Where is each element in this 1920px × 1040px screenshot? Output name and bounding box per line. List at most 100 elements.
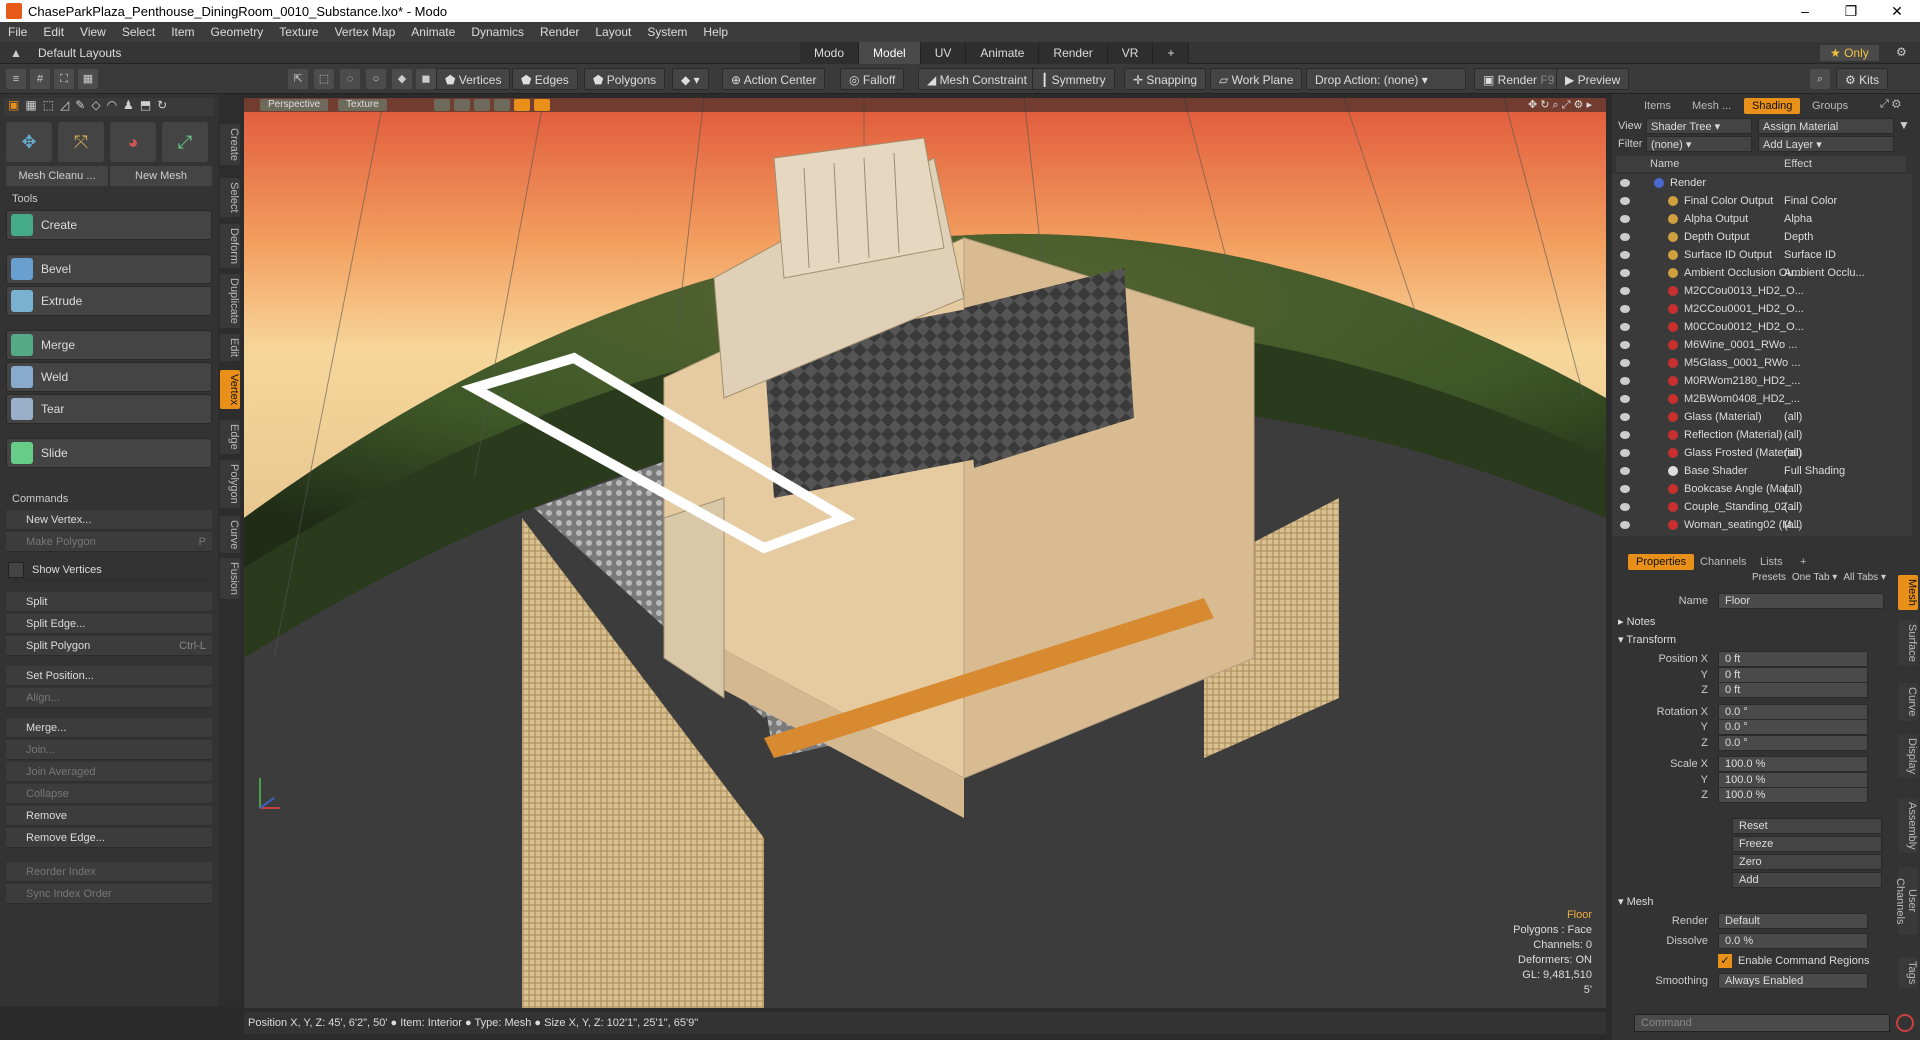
freeze-dropdown[interactable]: Freeze <box>1732 836 1882 852</box>
split-command[interactable]: Split <box>6 592 212 612</box>
shader-tree-row[interactable]: Depth Output Depth <box>1616 228 1906 246</box>
visibility-eye-icon[interactable] <box>1620 395 1630 403</box>
select-arrow-icon[interactable]: ⇱ <box>288 69 308 89</box>
rvtab-mesh[interactable]: Mesh <box>1898 575 1918 610</box>
shader-tree-row[interactable]: Bookcase Angle (Mat... (all) <box>1616 480 1906 498</box>
visibility-eye-icon[interactable] <box>1620 521 1630 529</box>
close-button[interactable]: ✕ <box>1874 3 1920 20</box>
remove-edge-command[interactable]: Remove Edge... <box>6 828 212 848</box>
default-layouts-label[interactable]: Default Layouts <box>38 46 121 60</box>
new-mesh-button[interactable]: New Mesh <box>110 166 212 186</box>
mode-icon-1[interactable]: ▣ <box>8 98 19 116</box>
shader-tree-row[interactable]: M0RWom2180_HD2_... <box>1616 372 1906 390</box>
shader-tree-row[interactable]: Ambient Occlusion Ou... Ambient Occlu... <box>1616 264 1906 282</box>
tab-groups[interactable]: Groups <box>1804 98 1856 114</box>
view-dropdown[interactable]: Shader Tree ▾ <box>1646 118 1752 134</box>
minimize-button[interactable]: – <box>1782 3 1828 19</box>
viewport-option-6-icon[interactable] <box>534 99 550 111</box>
menu-edit[interactable]: Edit <box>35 25 72 39</box>
merge-command[interactable]: Merge... <box>6 718 212 738</box>
menu-dynamics[interactable]: Dynamics <box>463 25 532 39</box>
edges-button[interactable]: ⬟ Edges <box>512 68 578 90</box>
lasso-icon[interactable]: ◌ <box>340 69 360 89</box>
visibility-eye-icon[interactable] <box>1620 485 1630 493</box>
tab-add[interactable]: + <box>1153 42 1190 64</box>
fit-icon[interactable]: ⛶ <box>54 69 74 89</box>
tab-items[interactable]: Items <box>1636 98 1679 114</box>
notes-section[interactable]: ▸ Notes <box>1618 614 1908 630</box>
render-dropdown[interactable]: Default <box>1718 913 1868 929</box>
shader-tree-row[interactable]: Glass (Material) (all) <box>1616 408 1906 426</box>
menu-grid-icon[interactable]: ≡ <box>6 69 26 89</box>
vtab-polygon[interactable]: Polygon <box>220 460 240 508</box>
transform-section[interactable]: ▾ Transform <box>1618 632 1908 648</box>
visibility-eye-icon[interactable] <box>1620 431 1630 439</box>
shader-tree-row[interactable]: Glass Frosted (Material) (all) <box>1616 444 1906 462</box>
vtab-deform[interactable]: Deform <box>220 224 240 269</box>
layer-effect[interactable]: (all) <box>1784 498 1864 516</box>
layer-effect[interactable]: Depth <box>1784 228 1864 246</box>
one-tab-dropdown[interactable]: One Tab ▾ <box>1792 572 1837 583</box>
menu-help[interactable]: Help <box>695 25 736 39</box>
mode-icon-6[interactable]: ◇ <box>91 98 100 116</box>
layer-effect[interactable]: Alpha <box>1784 210 1864 228</box>
vtab-vertex[interactable]: Vertex <box>220 370 240 410</box>
visibility-eye-icon[interactable] <box>1620 467 1630 475</box>
mode-icon-10[interactable]: ↻ <box>157 98 167 116</box>
vertices-button[interactable]: ⬟ Vertices <box>436 68 511 90</box>
visibility-eye-icon[interactable] <box>1620 503 1630 511</box>
layer-effect[interactable]: (all) <box>1784 408 1864 426</box>
vtab-edit[interactable]: Edit <box>220 334 240 361</box>
sync-index-order-command[interactable]: Sync Index Order <box>6 884 212 904</box>
mesh-section[interactable]: ▾ Mesh <box>1618 894 1908 910</box>
shader-tree-row[interactable]: Reflection (Material) (all) <box>1616 426 1906 444</box>
visibility-eye-icon[interactable] <box>1620 179 1630 187</box>
select-box-icon[interactable]: ⬚ <box>314 69 334 89</box>
vtab-edge[interactable]: Edge <box>220 420 240 454</box>
record-icon[interactable] <box>1896 1014 1914 1032</box>
polygons-button[interactable]: ⬟ Polygons <box>584 68 666 90</box>
visibility-eye-icon[interactable] <box>1620 269 1630 277</box>
reset-dropdown[interactable]: Reset <box>1732 818 1882 834</box>
vtab-duplicate[interactable]: Duplicate <box>220 274 240 328</box>
set-position-command[interactable]: Set Position... <box>6 666 212 686</box>
tab-render[interactable]: Render <box>1039 42 1108 64</box>
all-tabs-dropdown[interactable]: All Tabs ▾ <box>1843 572 1886 583</box>
name-field[interactable]: Floor <box>1718 593 1884 609</box>
move-tool-icon[interactable]: ✥ <box>6 122 52 162</box>
only-toggle[interactable]: ★ Only <box>1820 45 1879 61</box>
menu-vertex-map[interactable]: Vertex Map <box>327 25 404 39</box>
rvtab-surface[interactable]: Surface <box>1898 619 1918 666</box>
make-polygon-command[interactable]: Make Polygon P <box>6 532 212 552</box>
add-dropdown[interactable]: Add <box>1732 872 1882 888</box>
layer-effect[interactable]: (all) <box>1784 516 1864 534</box>
shader-tree-row[interactable]: M0CCou0012_HD2_O... <box>1616 318 1906 336</box>
vtab-select[interactable]: Select <box>220 178 240 217</box>
panel-expand-icon[interactable]: ⤢ ⚙ <box>1880 98 1901 111</box>
shader-tree-row[interactable]: Render <box>1616 174 1906 192</box>
show-vertices-checkbox[interactable] <box>8 562 24 578</box>
render-button[interactable]: ▣ Render F9 <box>1474 68 1564 90</box>
collapse-command[interactable]: Collapse <box>6 784 212 804</box>
drop-action-dropdown[interactable]: Drop Action: (none) ▾ <box>1306 68 1466 90</box>
preview-button[interactable]: ▶ Preview <box>1556 68 1630 90</box>
menu-system[interactable]: System <box>639 25 695 39</box>
texture-shading-dropdown[interactable]: Texture <box>338 99 387 111</box>
weld-button[interactable]: Weld <box>6 362 212 392</box>
join-command[interactable]: Join... <box>6 740 212 760</box>
rvtab-user-channels[interactable]: User Channels <box>1894 867 1918 935</box>
show-vertices-toggle[interactable]: Show Vertices <box>6 560 212 580</box>
mesh-constraint-button[interactable]: ◢ Mesh Constraint <box>918 68 1036 90</box>
effect-column-header[interactable]: Effect <box>1784 156 1812 172</box>
tab-properties[interactable]: Properties <box>1628 554 1695 570</box>
work-plane-button[interactable]: ▱ Work Plane <box>1210 68 1303 90</box>
split-edge-command[interactable]: Split Edge... <box>6 614 212 634</box>
menu-animate[interactable]: Animate <box>403 25 463 39</box>
name-column-header[interactable]: Name <box>1650 156 1679 172</box>
symmetry-button[interactable]: ┃ Symmetry <box>1032 68 1115 90</box>
3d-viewport[interactable]: Perspective Texture ✥ ↻ ⌕ ⤢ ⚙ ▸ Floor Po… <box>244 98 1606 1008</box>
kits-button[interactable]: ⚙ Kits <box>1836 68 1889 90</box>
tab-animate[interactable]: Animate <box>966 42 1040 64</box>
layer-effect[interactable]: (all) <box>1784 426 1864 444</box>
transform-tool-icon[interactable]: ⤧ <box>58 122 104 162</box>
